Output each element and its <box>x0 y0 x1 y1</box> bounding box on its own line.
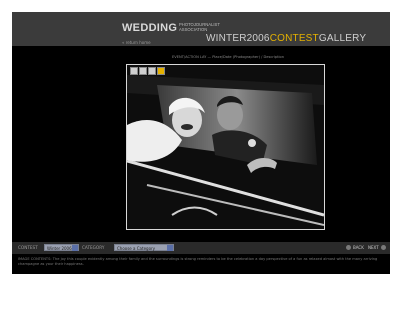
return-home-link[interactable]: « return home <box>122 40 151 45</box>
photo-illustration <box>127 65 324 229</box>
contest-season: WINTER2006 <box>206 33 270 44</box>
filter-bar: CONTEST Winter 2006 CATEGORY Choose a Ca… <box>12 242 390 254</box>
contest-select[interactable]: Winter 2006 <box>44 244 79 251</box>
page-frame: WEDDING PHOTOJOURNALIST ASSOCIATION « re… <box>12 12 390 274</box>
next-button[interactable]: NEXT <box>368 245 379 250</box>
photo-caption: IMAGE CONTENTS: The joy this couple evid… <box>18 257 378 266</box>
contest-label: CONTEST <box>18 245 38 250</box>
info-icon[interactable] <box>157 67 165 75</box>
back-arrow-icon[interactable] <box>346 245 351 250</box>
back-button[interactable]: BACK <box>353 245 364 250</box>
gallery-photo[interactable] <box>126 64 325 230</box>
save-icon[interactable] <box>148 67 156 75</box>
next-arrow-icon[interactable] <box>381 245 386 250</box>
zoom-icon[interactable] <box>130 67 138 75</box>
category-select-value: Choose a Category <box>117 246 156 251</box>
contest-select-value: Winter 2006 <box>47 246 72 251</box>
category-select[interactable]: Choose a Category <box>114 244 174 251</box>
site-logo-subtitle: PHOTOJOURNALIST ASSOCIATION <box>179 22 220 32</box>
chevron-down-icon <box>72 245 78 251</box>
site-header: WEDDING PHOTOJOURNALIST ASSOCIATION « re… <box>12 12 390 46</box>
gallery-word: GALLERY <box>318 33 367 44</box>
site-logo[interactable]: WEDDING <box>122 22 177 34</box>
contest-word: CONTEST <box>269 33 319 44</box>
contest-gallery-title: WINTER2006CONTESTGALLERY <box>206 33 366 44</box>
photo-metadata: EVENT/ACTION LAY — Place/Date (Photograp… <box>172 55 284 59</box>
category-label: CATEGORY <box>82 245 105 250</box>
print-icon[interactable] <box>139 67 147 75</box>
chevron-down-icon <box>167 245 173 251</box>
